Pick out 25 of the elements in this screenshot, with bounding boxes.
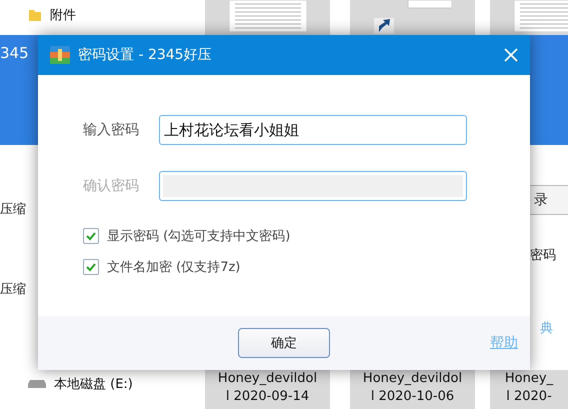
- checkbox-label: 文件名加密 (仅支持7z): [107, 259, 240, 276]
- dialog-title: 密码设置 - 2345好压: [78, 46, 213, 64]
- check-icon: [85, 261, 97, 273]
- file-name[interactable]: Honey_ l 2020-: [490, 370, 568, 409]
- file-name[interactable]: Honey_devildol l 2020-10-06: [350, 370, 475, 409]
- option-label: 压缩: [0, 201, 26, 218]
- ok-button[interactable]: 确定: [238, 328, 330, 358]
- option-label: 压缩: [0, 281, 26, 298]
- check-icon: [85, 230, 97, 242]
- field-label: 输入密码: [83, 121, 140, 139]
- checkbox[interactable]: [83, 259, 99, 275]
- checkbox[interactable]: [83, 228, 99, 244]
- sidebar-item[interactable]: 本地磁盘 (E:): [54, 375, 133, 393]
- file-name[interactable]: Honey_devildol l 2020-09-14: [205, 370, 330, 409]
- option-label: 密码: [530, 247, 556, 264]
- password-field[interactable]: 上村花论坛看小姐姐: [159, 115, 467, 145]
- field-label: 确认密码: [83, 177, 140, 195]
- app-title: 345: [0, 44, 29, 62]
- archive-app-icon: [50, 46, 70, 64]
- folder-icon: [28, 8, 42, 22]
- close-icon[interactable]: [504, 48, 518, 62]
- sidebar-item[interactable]: 附件: [50, 6, 76, 24]
- browse-button[interactable]: 录: [527, 185, 568, 215]
- checkbox-label: 显示密码 (勾选可支持中文密码): [107, 228, 290, 245]
- drive-icon: [28, 380, 46, 388]
